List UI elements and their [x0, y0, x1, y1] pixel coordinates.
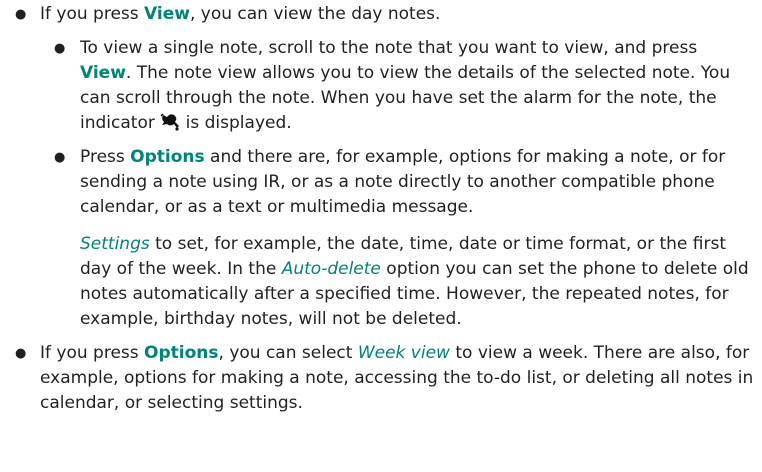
bullet-marker: ●	[15, 7, 27, 22]
softkey-options: Options	[144, 343, 219, 363]
text: is displayed.	[180, 113, 292, 133]
bullet-marker: ●	[54, 150, 66, 165]
softkey-options: Options	[130, 147, 205, 167]
settings-paragraph: Settings to set, for example, the date, …	[0, 232, 750, 332]
term-auto-delete: Auto-delete	[281, 259, 381, 279]
list-item-options-note: ● Press Options and there are, for examp…	[0, 145, 750, 220]
alarm-icon	[160, 113, 180, 131]
text: , you can view the day notes.	[189, 4, 441, 24]
document-body: ● If you press View, you can view the da…	[0, 2, 762, 416]
list-item-view-day-notes: ● If you press View, you can view the da…	[0, 2, 758, 27]
text: To view a single note, scroll to the not…	[80, 38, 698, 58]
list-item-week-view: ● If you press Options, you can select W…	[0, 341, 758, 416]
text: , you can select	[218, 343, 358, 363]
bullet-marker: ●	[15, 346, 27, 361]
text: If you press	[40, 4, 145, 24]
term-settings: Settings	[80, 234, 150, 254]
softkey-view: View	[80, 63, 126, 83]
softkey-view: View	[144, 4, 190, 24]
bullet-marker: ●	[54, 41, 66, 56]
list-item-view-single-note: ● To view a single note, scroll to the n…	[0, 36, 750, 136]
term-week-view: Week view	[357, 343, 450, 363]
text: Press	[80, 147, 131, 167]
text: If you press	[40, 343, 145, 363]
